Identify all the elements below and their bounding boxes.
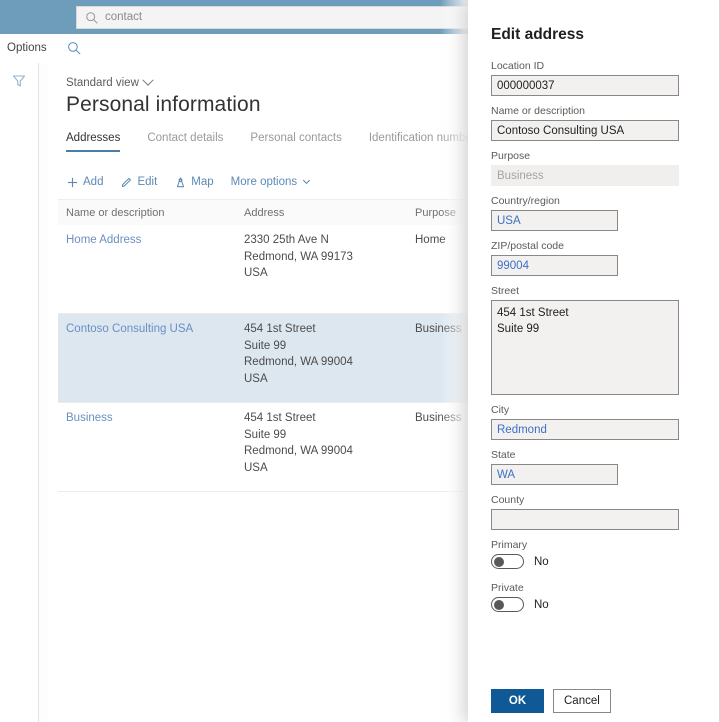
edit-address-panel: Edit address Location ID 000000037 Name …: [468, 0, 720, 722]
field-label-purpose: Purpose: [491, 150, 531, 162]
name-or-description-input[interactable]: Contoso Consulting USA: [491, 120, 679, 141]
global-search-input[interactable]: contact: [76, 6, 496, 29]
primary-toggle-state: No: [534, 555, 549, 568]
row-name-link[interactable]: Contoso Consulting USA: [66, 321, 193, 338]
grid-toolbar: Add Edit Map More options: [66, 171, 331, 193]
toolbar-item-label: Add: [83, 176, 104, 188]
application-window: contact Options Standard view Personal i…: [0, 0, 720, 722]
ok-button[interactable]: OK: [491, 689, 544, 713]
row-purpose: Business: [415, 412, 462, 424]
toolbar-item-label: More options: [230, 176, 298, 188]
street-textarea[interactable]: 454 1st Street Suite 99: [491, 300, 679, 395]
toolbar-item-label: Map: [191, 176, 214, 188]
toolbar-item-label: Edit: [137, 176, 158, 188]
primary-toggle[interactable]: [491, 554, 524, 569]
location-id-input[interactable]: 000000037: [491, 75, 679, 96]
row-name-link[interactable]: Home Address: [66, 232, 141, 249]
field-private: Private No: [491, 582, 697, 612]
plus-icon: [66, 176, 79, 189]
state-input[interactable]: WA: [491, 464, 618, 485]
options-button[interactable]: Options: [7, 42, 47, 54]
field-primary: Primary No: [491, 539, 697, 569]
field-country-region: Country/region USA: [491, 195, 697, 231]
field-city: City Redmond: [491, 404, 697, 440]
field-purpose: Purpose Business: [491, 150, 697, 186]
chevron-down-icon: [301, 176, 314, 189]
field-label-state: State: [491, 449, 516, 461]
tab-label: Addresses: [66, 132, 121, 144]
primary-toggle-row: No: [491, 554, 697, 569]
toolbar-add-button[interactable]: Add: [66, 176, 103, 189]
chevron-down-icon: [142, 74, 154, 86]
field-label-zip-postal-code: ZIP/postal code: [491, 240, 564, 252]
cancel-button[interactable]: Cancel: [553, 689, 611, 713]
panel-title: Edit address: [491, 26, 585, 43]
private-toggle-row: No: [491, 597, 697, 612]
country-region-input[interactable]: USA: [491, 210, 618, 231]
tab-label: Personal contacts: [250, 132, 342, 144]
page-title: Personal information: [66, 93, 261, 116]
field-label-city: City: [491, 404, 510, 416]
county-input[interactable]: [491, 509, 679, 530]
filter-rail: [0, 63, 39, 722]
tab-label: Identification numbers: [368, 132, 482, 144]
row-address: 454 1st Street Suite 99 Redmond, WA 9900…: [244, 412, 353, 474]
view-selector-label: Standard view: [66, 77, 139, 89]
field-location-id: Location ID 000000037: [491, 60, 697, 96]
row-name-link[interactable]: Business: [66, 410, 113, 427]
panel-form: Location ID 000000037 Name or descriptio…: [491, 60, 697, 621]
field-label-private: Private: [491, 582, 524, 594]
field-label-street: Street: [491, 285, 520, 297]
column-header-purpose: Purpose: [415, 207, 456, 219]
tab-personal-contacts[interactable]: Personal contacts: [250, 132, 341, 152]
map-pin-icon: [174, 176, 187, 189]
toolbar-map-button[interactable]: Map: [174, 176, 214, 189]
field-zip-postal-code: ZIP/postal code 99004: [491, 240, 697, 276]
field-street: Street 454 1st Street Suite 99: [491, 285, 697, 395]
private-toggle[interactable]: [491, 597, 524, 612]
filter-icon[interactable]: [11, 73, 27, 89]
tab-identification-numbers[interactable]: Identification numbers: [369, 132, 482, 152]
field-label-country-region: Country/region: [491, 195, 560, 207]
field-label-location-id: Location ID: [491, 60, 545, 72]
global-search-value: contact: [105, 10, 143, 23]
field-name-or-description: Name or description Contoso Consulting U…: [491, 105, 697, 141]
zip-postal-code-input[interactable]: 99004: [491, 255, 618, 276]
toolbar-edit-button[interactable]: Edit: [120, 176, 157, 189]
city-input[interactable]: Redmond: [491, 419, 679, 440]
view-selector[interactable]: Standard view: [66, 74, 154, 89]
tab-addresses[interactable]: Addresses: [66, 132, 121, 152]
field-state: State WA: [491, 449, 697, 485]
field-label-county: County: [491, 494, 525, 506]
search-icon[interactable]: [67, 41, 83, 57]
panel-action-buttons: OK Cancel: [491, 689, 611, 713]
pencil-icon: [120, 176, 133, 189]
toolbar-more-options-button[interactable]: More options: [231, 176, 314, 189]
field-county: County: [491, 494, 697, 530]
field-label-primary: Primary: [491, 539, 528, 551]
tab-contact-details[interactable]: Contact details: [147, 132, 223, 152]
toggle-knob: [494, 556, 504, 567]
row-address: 454 1st Street Suite 99 Redmond, WA 9900…: [244, 323, 353, 385]
row-address: 2330 25th Ave N Redmond, WA 99173 USA: [244, 234, 353, 279]
column-header-name: Name or description: [66, 207, 165, 219]
search-icon: [81, 10, 103, 26]
field-label-name-or-description: Name or description: [491, 105, 585, 117]
row-purpose: Home: [415, 234, 446, 246]
purpose-input: Business: [491, 165, 679, 186]
column-header-address: Address: [244, 207, 285, 219]
tab-label: Contact details: [147, 132, 224, 144]
private-toggle-state: No: [534, 598, 549, 611]
row-purpose: Business: [415, 323, 462, 335]
toggle-knob: [494, 599, 504, 610]
